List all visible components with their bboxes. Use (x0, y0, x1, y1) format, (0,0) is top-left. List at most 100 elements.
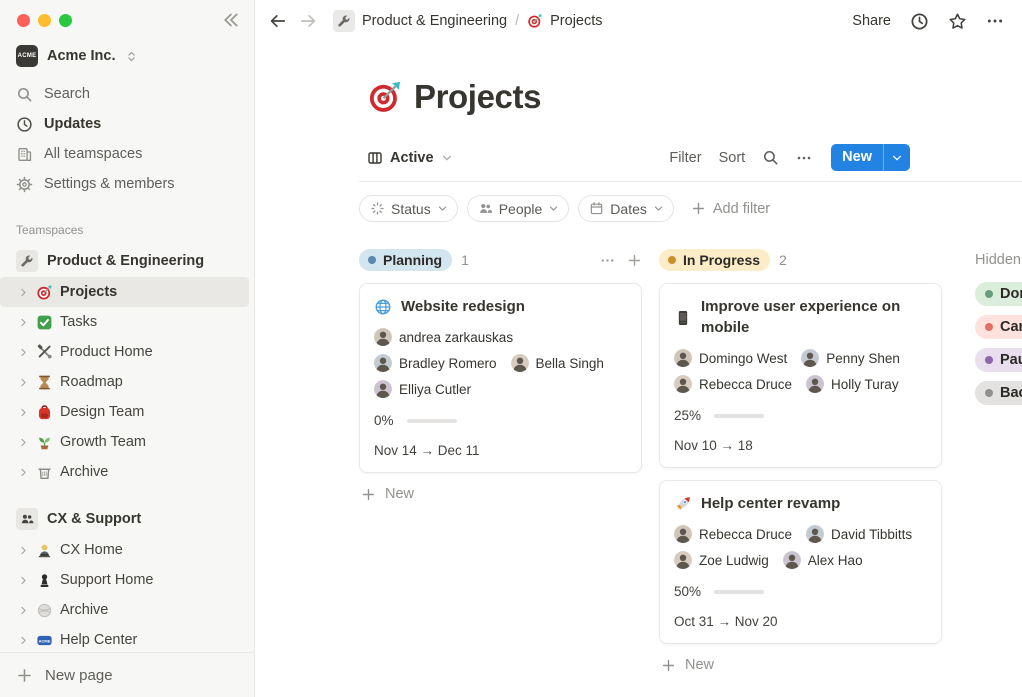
teamspaces-section-label: Teamspaces (0, 223, 254, 237)
filter-chip-status[interactable]: Status (359, 195, 458, 222)
sidebar-item-search[interactable]: Search (0, 79, 254, 109)
project-card-improve-user-experience-on-mobile[interactable]: Improve user experience on mobile Domingo… (659, 283, 942, 468)
new-card-button[interactable]: New (659, 657, 942, 673)
sidebar-item-tasks[interactable]: Tasks (0, 307, 249, 337)
breadcrumb: Product & Engineering/Projects (333, 10, 603, 32)
sidebar-item-label: Product Home (60, 344, 153, 360)
status-badge-planning[interactable]: Planning (359, 249, 452, 271)
card-title: Improve user experience on mobile (701, 296, 927, 338)
sort-button[interactable]: Sort (719, 150, 746, 166)
breadcrumb-item-projects[interactable]: Projects (527, 13, 602, 29)
traffic-light-close[interactable] (17, 14, 30, 27)
share-button[interactable]: Share (852, 13, 891, 29)
person-chip-holly-turay[interactable]: Holly Turay (806, 375, 899, 393)
hidden-badge-done[interactable]: Done (975, 282, 1022, 306)
project-card-website-redesign[interactable]: Website redesignandrea zarkauskasBradley… (359, 283, 642, 473)
sidebar-item-archive[interactable]: Archive (0, 457, 249, 487)
sidebar-item-settings-members[interactable]: Settings & members (0, 169, 254, 199)
sidebar-item-roadmap[interactable]: Roadmap (0, 367, 249, 397)
add-filter-button[interactable]: Add filter (691, 201, 770, 217)
column-more-icon[interactable] (600, 253, 615, 268)
breadcrumb-item-product-engineering[interactable]: Product & Engineering (333, 10, 507, 32)
sidebar-item-label: Growth Team (60, 434, 146, 450)
sidebar-menu: SearchUpdatesAll teamspacesSettings & me… (0, 79, 254, 199)
page-icon[interactable] (367, 79, 403, 115)
person-chip-bradley-romero[interactable]: Bradley Romero (374, 354, 497, 372)
new-card-button[interactable]: New (359, 486, 642, 502)
sidebar-item-help-center[interactable]: ACMEHelp Center (0, 625, 249, 652)
status-dot (368, 256, 376, 264)
sidebar-item-product-home[interactable]: Product Home (0, 337, 249, 367)
view-tab-active[interactable]: Active (367, 150, 453, 166)
sidebar-item-growth-team[interactable]: Growth Team (0, 427, 249, 457)
traffic-light-zoom[interactable] (59, 14, 72, 27)
sidebar-item-archive[interactable]: Archive (0, 595, 249, 625)
teamspace-header-cx-support[interactable]: CX & Support (0, 503, 254, 535)
filter-chip-dates[interactable]: Dates (578, 195, 674, 222)
sidebar-item-label: Design Team (60, 404, 144, 420)
new-button-dropdown[interactable] (883, 144, 910, 171)
column-add-icon[interactable] (627, 253, 642, 268)
person-chip-andrea-zarkauskas[interactable]: andrea zarkauskas (374, 328, 513, 346)
sidebar-item-design-team[interactable]: Design Team (0, 397, 249, 427)
page-title[interactable]: Projects (414, 78, 541, 116)
traffic-light-minimize[interactable] (38, 14, 51, 27)
plus-icon (16, 667, 33, 684)
new-page-button[interactable]: New page (0, 652, 254, 697)
plus-icon (691, 201, 706, 216)
teamspace-header-product-engineering[interactable]: Product & Engineering (0, 245, 254, 277)
filter-chip-people[interactable]: People (467, 195, 570, 222)
favorite-star-icon[interactable] (948, 12, 967, 31)
toolbar-more-icon[interactable] (796, 150, 812, 166)
person-chip-elliya-cutler[interactable]: Elliya Cutler (374, 380, 471, 398)
person-chip-domingo-west[interactable]: Domingo West (674, 349, 787, 367)
search-icon[interactable] (762, 149, 779, 166)
sidebar-collapse-icon[interactable] (220, 10, 240, 30)
sidebar-item-projects[interactable]: Projects (0, 277, 249, 307)
hidden-groups-badges: Done Cancelled Paused Backlog (975, 282, 1022, 405)
status-badge-in-progress[interactable]: In Progress (659, 249, 770, 271)
person-chip-penny-shen[interactable]: Penny Shen (801, 349, 900, 367)
avatar (674, 551, 692, 569)
person-chip-bella-singh[interactable]: Bella Singh (511, 354, 604, 372)
sidebar-item-updates[interactable]: Updates (0, 109, 254, 139)
workspace-switcher[interactable]: ACME Acme Inc. (0, 33, 254, 75)
new-button[interactable]: New (831, 144, 910, 171)
sidebar-item-all-teamspaces[interactable]: All teamspaces (0, 139, 254, 169)
project-card-help-center-revamp[interactable]: Help center revampRebecca DruceDavid Tib… (659, 480, 942, 644)
breadcrumb-label: Projects (550, 13, 602, 29)
more-options-icon[interactable] (986, 12, 1004, 30)
person-chip-rebecca-druce[interactable]: Rebecca Druce (674, 525, 792, 543)
workspace-name: Acme Inc. (47, 48, 116, 64)
view-toolbar: Active Filter Sort New (359, 144, 1022, 182)
history-clock-icon[interactable] (910, 12, 929, 31)
sidebar-item-support-home[interactable]: Support Home (0, 565, 249, 595)
filter-chip-label: People (499, 201, 543, 217)
card-date-range: Nov 14 → Dec 11 (374, 443, 627, 458)
status-dot (985, 290, 993, 298)
main-area: Product & Engineering/Projects Share Pro… (255, 0, 1022, 697)
person-name: Bradley Romero (399, 356, 497, 371)
card-people: Domingo West Penny Shen Rebecca Druce Holly… (674, 349, 927, 393)
wrench-icon (337, 14, 351, 28)
person-chip-zoe-ludwig[interactable]: Zoe Ludwig (674, 551, 769, 569)
avatar (801, 349, 819, 367)
card-progress: 25% (674, 408, 927, 423)
hidden-badge-backlog[interactable]: Backlog (975, 381, 1022, 405)
sidebar-item-cx-home[interactable]: CX Home (0, 535, 249, 565)
forward-button[interactable] (299, 12, 317, 30)
hidden-badge-label: Paused (1000, 352, 1022, 368)
person-chip-alex-hao[interactable]: Alex Hao (783, 551, 863, 569)
clock-icon (16, 116, 33, 133)
back-button[interactable] (269, 12, 287, 30)
person-chip-rebecca-druce[interactable]: Rebecca Druce (674, 375, 792, 393)
hidden-groups-label[interactable]: Hidden groups (975, 246, 1022, 274)
hourglass-icon (36, 374, 53, 391)
pawn-icon (36, 572, 53, 589)
hidden-badge-paused[interactable]: Paused (975, 348, 1022, 372)
target-icon (527, 13, 543, 29)
chevron-right-icon (18, 317, 29, 328)
person-chip-david-tibbitts[interactable]: David Tibbitts (806, 525, 912, 543)
hidden-badge-cancelled[interactable]: Cancelled (975, 315, 1022, 339)
filter-button[interactable]: Filter (669, 150, 701, 166)
